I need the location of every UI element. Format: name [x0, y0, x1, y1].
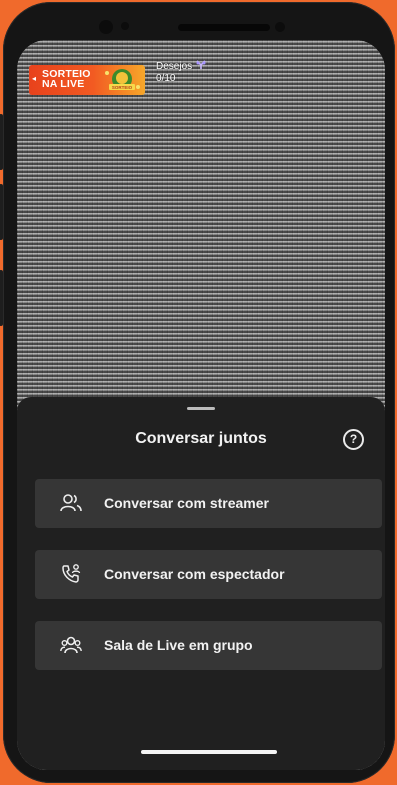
collapse-arrow-icon[interactable]: ◂ [32, 74, 36, 83]
option-chat-with-streamer[interactable]: Conversar com streamer [35, 479, 382, 528]
people-icon [60, 494, 82, 512]
sensor-icon [121, 22, 129, 30]
side-button [0, 270, 3, 326]
giveaway-art-label: SORTEIO [112, 85, 133, 90]
giveaway-trophy-icon: SORTEIO [105, 69, 140, 90]
gift-icon [196, 60, 206, 69]
option-label: Sala de Live em grupo [104, 637, 253, 653]
live-screen: ◂ SORTEIO NA LIVE SORTEIO Desejos 0/10 C… [17, 40, 385, 770]
wishlist[interactable]: Desejos 0/10 [156, 60, 207, 85]
wishlist-count: 0/10 [156, 73, 176, 84]
phone-frame: ◂ SORTEIO NA LIVE SORTEIO Desejos 0/10 C… [0, 2, 395, 783]
phone-person-icon [62, 564, 81, 583]
talk-together-sheet: Conversar juntos ? Conversar com streame… [17, 397, 385, 770]
sheet-title: Conversar juntos [135, 430, 267, 447]
wishlist-label: Desejos [156, 61, 193, 72]
option-label: Conversar com espectador [104, 566, 285, 582]
giveaway-banner[interactable]: ◂ SORTEIO NA LIVE SORTEIO [29, 65, 145, 95]
giveaway-text: SORTEIO NA LIVE [42, 69, 96, 90]
group-icon [60, 636, 82, 654]
option-label: Conversar com streamer [104, 495, 269, 511]
front-camera-icon [99, 20, 113, 34]
help-icon[interactable]: ? [343, 429, 364, 450]
sensor-icon [275, 22, 285, 32]
option-group-live-room[interactable]: Sala de Live em grupo [35, 621, 382, 670]
sheet-drag-handle[interactable] [187, 407, 215, 410]
giveaway-line2: NA LIVE [42, 78, 85, 90]
earpiece [178, 24, 270, 31]
option-chat-with-viewer[interactable]: Conversar com espectador [35, 550, 382, 599]
home-indicator[interactable] [141, 750, 277, 754]
side-button [0, 114, 3, 170]
side-button [0, 184, 3, 240]
